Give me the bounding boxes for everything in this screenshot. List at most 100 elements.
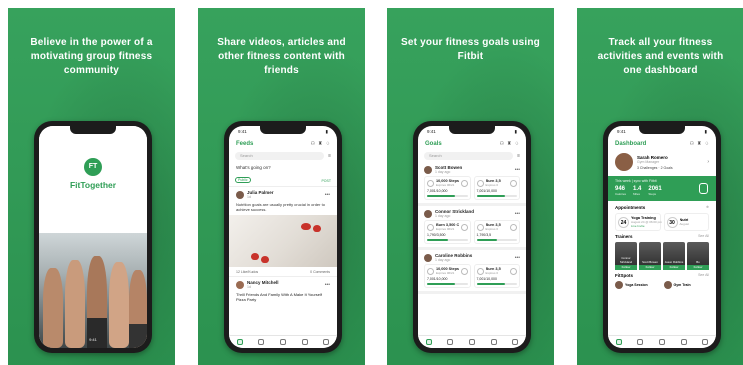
profile-summary[interactable]: Sarah Romero Gym Manager 3 Challenges · … bbox=[608, 150, 716, 174]
filter-icon[interactable]: ≡ bbox=[328, 153, 331, 159]
trophy-icon[interactable]: ♜ bbox=[507, 141, 511, 147]
privacy-selector[interactable]: Public bbox=[235, 177, 251, 183]
battery-icon: ▮ bbox=[514, 129, 517, 134]
goal-icon bbox=[476, 179, 484, 187]
goal-owner[interactable]: Caroline Robbins 1 day ago ••• bbox=[424, 253, 520, 264]
goals-tab-icon[interactable] bbox=[680, 339, 687, 345]
more-options-icon[interactable]: ••• bbox=[325, 282, 330, 288]
weekly-stats-card[interactable]: This week | sync with Fitbit 946 Calories… bbox=[608, 176, 716, 201]
goals-tab-icon[interactable] bbox=[301, 339, 308, 345]
join-icon[interactable] bbox=[510, 179, 517, 187]
goals-tab-icon[interactable] bbox=[490, 339, 497, 345]
trainer-list: Connor Strickland Follow Scott Bowen Follo… bbox=[608, 241, 716, 271]
goal-item[interactable]: Burn 3,5 Expires 0 1,790/3,5 bbox=[473, 220, 520, 244]
fitspot-item[interactable]: Gym Train bbox=[663, 281, 710, 289]
search-input[interactable]: Search bbox=[424, 152, 514, 160]
avatar[interactable] bbox=[615, 153, 633, 171]
goal-item[interactable]: Burn 3,5 Expires 0 7,001/10,000 bbox=[473, 264, 520, 288]
goal-item[interactable]: Burn 3,5 Expires 0 7,001/10,000 bbox=[473, 176, 520, 200]
follow-button[interactable]: Follow bbox=[639, 265, 661, 270]
fitspot-name: Gym Train bbox=[673, 283, 691, 287]
people-icon[interactable]: ⚇ bbox=[690, 141, 694, 147]
join-icon[interactable] bbox=[460, 223, 468, 231]
add-tab-icon[interactable] bbox=[658, 339, 665, 345]
bell-icon[interactable]: ♢ bbox=[705, 141, 709, 147]
more-options-icon[interactable]: ••• bbox=[515, 255, 520, 261]
goal-card[interactable]: Scott Bowen1 day ago•••10,000 Steps in 1… bbox=[418, 162, 526, 206]
stat-label: Calories bbox=[615, 192, 627, 196]
like-count[interactable]: 12 Like/Kudos bbox=[236, 270, 258, 274]
section-header: Trainers See All bbox=[608, 232, 716, 241]
join-icon[interactable] bbox=[510, 267, 517, 275]
post-author[interactable]: Nancy Mitchell 1d ••• bbox=[229, 277, 337, 292]
goal-card[interactable]: Connor Strickland 1 day ago ••• Burn 3,500 … bbox=[418, 206, 526, 250]
avatar[interactable] bbox=[236, 280, 244, 289]
trophy-icon[interactable]: ♜ bbox=[318, 141, 322, 147]
bell-icon[interactable]: ♢ bbox=[326, 141, 330, 147]
home-tab-icon[interactable] bbox=[615, 339, 622, 345]
follow-button[interactable]: Follow bbox=[663, 265, 685, 270]
menu-tab-icon[interactable] bbox=[702, 339, 709, 345]
home-tab-icon[interactable] bbox=[236, 339, 243, 345]
groups-tab-icon[interactable] bbox=[637, 339, 644, 345]
appointment-card[interactable]: 30 Nutri August bbox=[663, 213, 709, 231]
goal-card[interactable]: Caroline Robbins 1 day ago ••• 10,000 Steps… bbox=[418, 250, 526, 294]
menu-tab-icon[interactable] bbox=[323, 339, 330, 345]
appointment-link[interactable]: Live Invite bbox=[631, 224, 658, 228]
feeds-screen: 9:41 ▮ Feeds ⚇ ♜ ♢ Search ≡ What's going on… bbox=[229, 126, 337, 348]
home-tab-icon[interactable] bbox=[425, 339, 432, 345]
add-icon[interactable]: ⊕ bbox=[706, 205, 709, 210]
comment-count[interactable]: 0 Comments bbox=[310, 270, 330, 274]
avatar[interactable] bbox=[236, 190, 244, 199]
progress-fill bbox=[427, 283, 456, 285]
phone-notch bbox=[260, 126, 306, 134]
chevron-right-icon[interactable]: › bbox=[707, 159, 709, 165]
join-icon[interactable] bbox=[510, 223, 517, 231]
more-options-icon[interactable]: ••• bbox=[515, 167, 520, 173]
post-image[interactable] bbox=[229, 215, 337, 267]
add-tab-icon[interactable] bbox=[468, 339, 475, 345]
goal-item[interactable]: Burn 3,500 CaloriesExpires 06/211,790/3,… bbox=[424, 220, 471, 244]
follow-button[interactable]: Follow bbox=[687, 265, 709, 270]
post-button[interactable]: POST bbox=[321, 179, 331, 183]
bell-icon[interactable]: ♢ bbox=[515, 141, 519, 147]
post-author[interactable]: Julia Palmer 1d ••• bbox=[229, 187, 337, 202]
appointment-card[interactable]: 24 Yoga Training August 24 @ 06:00 pm Live… bbox=[615, 213, 662, 231]
fitspot-item[interactable]: Yoga Session bbox=[615, 281, 661, 289]
page-title: Dashboard bbox=[615, 141, 647, 147]
trophy-icon[interactable]: ♜ bbox=[697, 141, 701, 147]
trainer-card[interactable]: Bo Follow bbox=[687, 242, 709, 270]
avatar[interactable] bbox=[424, 209, 432, 218]
goal-expiry: Expires 06/21 bbox=[436, 227, 455, 231]
menu-tab-icon[interactable] bbox=[512, 339, 519, 345]
follow-button[interactable]: Follow bbox=[615, 265, 637, 270]
trainer-card[interactable]: Scott Bowen Follow bbox=[639, 242, 661, 270]
groups-tab-icon[interactable] bbox=[258, 339, 265, 345]
groups-tab-icon[interactable] bbox=[447, 339, 454, 345]
goal-owner[interactable]: Scott Bowen 1 day ago ••• bbox=[424, 165, 520, 176]
strawberry-image bbox=[301, 223, 311, 230]
compose-box[interactable]: What's going on? Public POST bbox=[229, 162, 337, 187]
more-options-icon[interactable]: ••• bbox=[325, 192, 330, 198]
see-all-link[interactable]: See All bbox=[698, 234, 709, 239]
people-icon[interactable]: ⚇ bbox=[311, 141, 315, 147]
join-icon[interactable] bbox=[460, 179, 468, 187]
more-options-icon[interactable]: ••• bbox=[515, 211, 520, 217]
goals-count[interactable]: 2 Goals bbox=[661, 166, 673, 170]
add-tab-icon[interactable] bbox=[279, 339, 286, 345]
goal-owner[interactable]: Connor Strickland 1 day ago ••• bbox=[424, 209, 520, 220]
join-icon[interactable] bbox=[460, 267, 468, 275]
people-icon[interactable]: ⚇ bbox=[500, 141, 504, 147]
goal-progress-value: 7,001/10,000 bbox=[427, 189, 448, 193]
trainer-card[interactable]: Connor Strickland Follow bbox=[615, 242, 637, 270]
goal-item[interactable]: 10,000 Steps in 1 DayExpires 06/217,001/… bbox=[424, 176, 471, 200]
avatar[interactable] bbox=[424, 253, 432, 262]
avatar bbox=[615, 281, 623, 289]
avatar[interactable] bbox=[424, 165, 432, 174]
trainer-card[interactable]: Jason Robbins Follow bbox=[663, 242, 685, 270]
see-all-link[interactable]: See All bbox=[698, 273, 709, 278]
challenges-count[interactable]: 3 Challenges bbox=[637, 166, 657, 170]
goal-item[interactable]: 10,000 Steps in 1 DayExpires 06/217,001/… bbox=[424, 264, 471, 288]
search-input[interactable]: Search bbox=[235, 152, 325, 160]
filter-icon[interactable]: ≡ bbox=[517, 153, 520, 159]
